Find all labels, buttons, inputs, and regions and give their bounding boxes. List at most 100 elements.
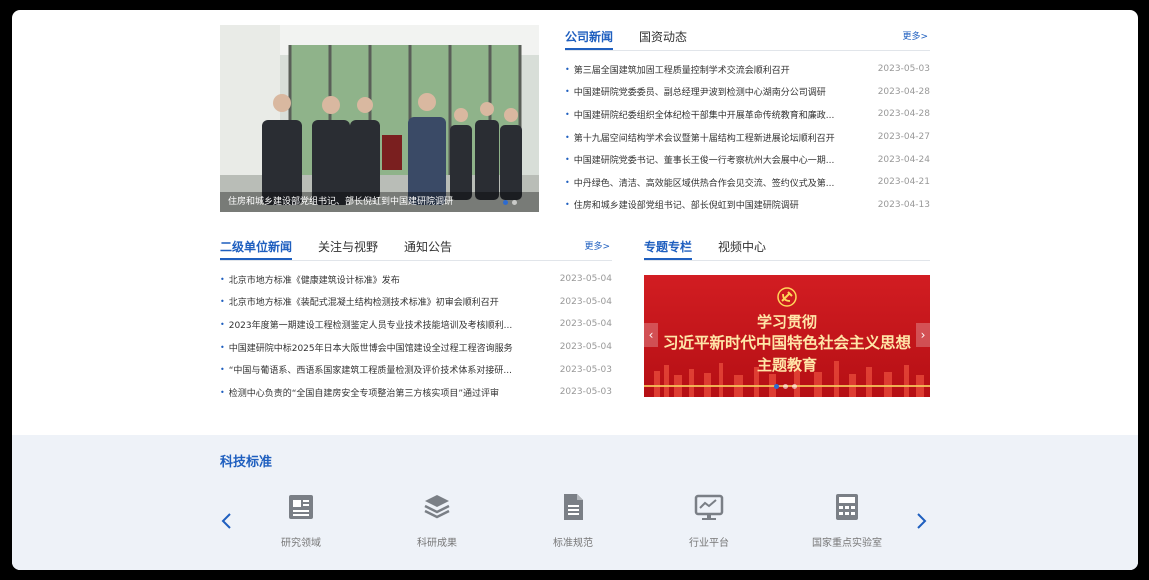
layers-icon bbox=[424, 495, 450, 519]
tech-item-research-results[interactable]: 科研成果 bbox=[392, 492, 482, 549]
banner-next-icon[interactable]: › bbox=[916, 323, 930, 347]
news-date: 2023-05-03 bbox=[877, 64, 930, 75]
tech-item-label: 标准规范 bbox=[553, 538, 593, 549]
tech-item-industry-platform[interactable]: 行业平台 bbox=[664, 492, 754, 549]
tech-item-standards[interactable]: 标准规范 bbox=[528, 492, 618, 549]
list-item[interactable]: • “中国与葡语系、西语系国家建筑工程质量检测及评价技术体系对接研... 2023-… bbox=[220, 358, 612, 381]
tech-item-label: 行业平台 bbox=[689, 538, 729, 549]
list-item[interactable]: • 2023年度第一期建设工程检测鉴定人员专业技术技能培训及考核顺利... 2023… bbox=[220, 313, 612, 336]
section-title: 科技标准 bbox=[220, 455, 273, 470]
banner-title-line3: 主题教育 bbox=[756, 356, 817, 374]
tab-special-column[interactable]: 专题专栏 bbox=[644, 238, 693, 260]
bullet-icon: • bbox=[565, 132, 570, 142]
bullet-icon: • bbox=[220, 387, 225, 397]
company-news-more-link[interactable]: 更多> bbox=[902, 29, 928, 42]
news-date: 2023-04-21 bbox=[877, 177, 930, 188]
company-news-tabs: 公司新闻 国资动态 更多> bbox=[565, 27, 930, 51]
carousel-dot[interactable] bbox=[503, 200, 508, 205]
tech-item-label: 研究领域 bbox=[281, 538, 321, 549]
hero-dots bbox=[503, 200, 517, 205]
news-title[interactable]: 中丹绿色、清洁、高效能区域供热合作会见交流、签约仪式及第... bbox=[574, 176, 878, 189]
carousel-dot[interactable] bbox=[792, 384, 797, 389]
hammer-sickle-icon bbox=[777, 287, 797, 307]
list-item[interactable]: • 中国建研院党委书记、董事长王俊一行考察杭州大会展中心一期... 2023-04-… bbox=[565, 148, 930, 171]
bullet-icon: • bbox=[220, 297, 225, 307]
news-date: 2023-05-04 bbox=[559, 274, 612, 285]
news-title[interactable]: 北京市地方标准《健康建筑设计标准》发布 bbox=[229, 273, 560, 286]
sub-news-tabs: 二级单位新闻 关注与视野 通知公告 更多> bbox=[220, 236, 612, 261]
tab-video-center[interactable]: 视频中心 bbox=[718, 238, 766, 260]
tab-focus-vision[interactable]: 关注与视野 bbox=[318, 238, 378, 260]
news-date: 2023-05-04 bbox=[559, 319, 612, 330]
news-date: 2023-05-04 bbox=[559, 342, 612, 353]
carousel-dot[interactable] bbox=[512, 200, 517, 205]
news-date: 2023-05-03 bbox=[559, 364, 612, 375]
theme-education-banner[interactable]: 学习贯彻 习近平新时代中国特色社会主义思想 主题教育 ‹ › bbox=[644, 275, 930, 397]
list-item[interactable]: • 第十九届空间结构学术会议暨第十届结构工程新进展论坛顺利召开 2023-04-27 bbox=[565, 126, 930, 149]
list-item[interactable]: • 北京市地方标准《健康建筑设计标准》发布 2023-05-04 bbox=[220, 268, 612, 291]
carousel-dot[interactable] bbox=[783, 384, 788, 389]
news-date: 2023-04-27 bbox=[877, 132, 930, 143]
tech-standards-section: 科技标准 研究领域 科研成果 标准规范 行业平台 国家重点实验室 bbox=[12, 435, 1138, 570]
special-tabs: 专题专栏 视频中心 bbox=[644, 236, 930, 261]
news-title[interactable]: 第三届全国建筑加固工程质量控制学术交流会顺利召开 bbox=[574, 63, 878, 76]
list-item[interactable]: • 第三届全国建筑加固工程质量控制学术交流会顺利召开 2023-05-03 bbox=[565, 58, 930, 81]
news-date: 2023-04-28 bbox=[877, 86, 930, 97]
company-news-list: • 第三届全国建筑加固工程质量控制学术交流会顺利召开 2023-05-03 • 中国建研… bbox=[565, 58, 930, 216]
document-icon bbox=[564, 494, 583, 520]
news-date: 2023-05-03 bbox=[559, 387, 612, 398]
sub-news-more-link[interactable]: 更多> bbox=[584, 239, 610, 252]
chevron-left-icon[interactable] bbox=[220, 511, 232, 535]
bullet-icon: • bbox=[565, 177, 570, 187]
hero-carousel[interactable]: 住房和城乡建设部党组书记、部长倪虹到中国建研院调研 bbox=[220, 25, 539, 212]
news-title[interactable]: 第十九届空间结构学术会议暨第十届结构工程新进展论坛顺利召开 bbox=[574, 131, 878, 144]
carousel-dot[interactable] bbox=[774, 384, 779, 389]
news-title[interactable]: 住房和城乡建设部党组书记、部长倪虹到中国建研院调研 bbox=[574, 198, 878, 211]
tab-company-news[interactable]: 公司新闻 bbox=[565, 28, 614, 50]
news-title[interactable]: “中国与葡语系、西语系国家建筑工程质量检测及评价技术体系对接研... bbox=[229, 363, 560, 376]
news-title[interactable]: 中国建研院党委书记、董事长王俊一行考察杭州大会展中心一期... bbox=[574, 153, 878, 166]
sub-news-list: • 北京市地方标准《健康建筑设计标准》发布 2023-05-04 • 北京市地方标准《装… bbox=[220, 268, 612, 404]
page-frame: 住房和城乡建设部党组书记、部长倪虹到中国建研院调研 公司新闻 国资动态 更多> … bbox=[12, 10, 1138, 570]
list-item[interactable]: • 住房和城乡建设部党组书记、部长倪虹到中国建研院调研 2023-04-13 bbox=[565, 194, 930, 217]
list-item[interactable]: • 中国建研院中标2025年日本大阪世博会中国馆建设全过程工程咨询服务 2023-0… bbox=[220, 336, 612, 359]
list-item[interactable]: • 中国建研院纪委组织全体纪检干部集中开展革命传统教育和廉政... 2023-04-… bbox=[565, 103, 930, 126]
news-date: 2023-04-13 bbox=[877, 199, 930, 210]
chevron-right-icon[interactable] bbox=[916, 511, 928, 535]
monitor-chart-icon bbox=[694, 494, 724, 520]
bullet-icon: • bbox=[565, 200, 570, 210]
tab-sub-unit-news[interactable]: 二级单位新闻 bbox=[220, 238, 293, 260]
list-item[interactable]: • 北京市地方标准《装配式混凝土结构检测技术标准》初审会顺利召开 2023-05-0… bbox=[220, 291, 612, 314]
tab-notices[interactable]: 通知公告 bbox=[404, 238, 452, 260]
bullet-icon: • bbox=[565, 155, 570, 165]
bullet-icon: • bbox=[565, 87, 570, 97]
newspaper-icon bbox=[289, 495, 313, 519]
bullet-icon: • bbox=[220, 342, 225, 352]
bullet-icon: • bbox=[220, 319, 225, 329]
news-title[interactable]: 中国建研院纪委组织全体纪检干部集中开展革命传统教育和廉政... bbox=[574, 108, 878, 121]
news-date: 2023-04-24 bbox=[877, 154, 930, 165]
tech-item-label: 国家重点实验室 bbox=[812, 538, 882, 549]
news-title[interactable]: 北京市地方标准《装配式混凝土结构检测技术标准》初审会顺利召开 bbox=[229, 295, 560, 308]
hero-caption[interactable]: 住房和城乡建设部党组书记、部长倪虹到中国建研院调研 bbox=[220, 192, 539, 212]
hero-photo bbox=[220, 25, 539, 212]
banner-title-line1: 学习贯彻 bbox=[756, 313, 817, 331]
news-date: 2023-05-04 bbox=[559, 296, 612, 307]
news-title[interactable]: 中国建研院党委委员、副总经理尹波到检测中心湖南分公司调研 bbox=[574, 85, 878, 98]
banner-prev-icon[interactable]: ‹ bbox=[644, 323, 658, 347]
tech-item-research-fields[interactable]: 研究领域 bbox=[256, 492, 346, 549]
news-title[interactable]: 2023年度第一期建设工程检测鉴定人员专业技术技能培训及考核顺利... bbox=[229, 318, 560, 331]
banner-dots bbox=[774, 384, 797, 389]
tab-sasac-news[interactable]: 国资动态 bbox=[639, 28, 687, 50]
news-title[interactable]: 中国建研院中标2025年日本大阪世博会中国馆建设全过程工程咨询服务 bbox=[229, 341, 560, 354]
news-date: 2023-04-28 bbox=[877, 109, 930, 120]
banner-title-line2: 习近平新时代中国特色社会主义思想 bbox=[662, 333, 911, 352]
list-item[interactable]: • 中丹绿色、清洁、高效能区域供热合作会见交流、签约仪式及第... 2023-04-… bbox=[565, 171, 930, 194]
list-item[interactable]: • 检测中心负责的“全国自建房安全专项整治第三方核实项目”通过评审 2023-05-… bbox=[220, 381, 612, 404]
news-title[interactable]: 检测中心负责的“全国自建房安全专项整治第三方核实项目”通过评审 bbox=[229, 386, 560, 399]
calculator-icon bbox=[836, 494, 858, 520]
tech-item-national-lab[interactable]: 国家重点实验室 bbox=[802, 492, 892, 549]
bullet-icon: • bbox=[565, 109, 570, 119]
list-item[interactable]: • 中国建研院党委委员、副总经理尹波到检测中心湖南分公司调研 2023-04-28 bbox=[565, 81, 930, 104]
bullet-icon: • bbox=[565, 64, 570, 74]
